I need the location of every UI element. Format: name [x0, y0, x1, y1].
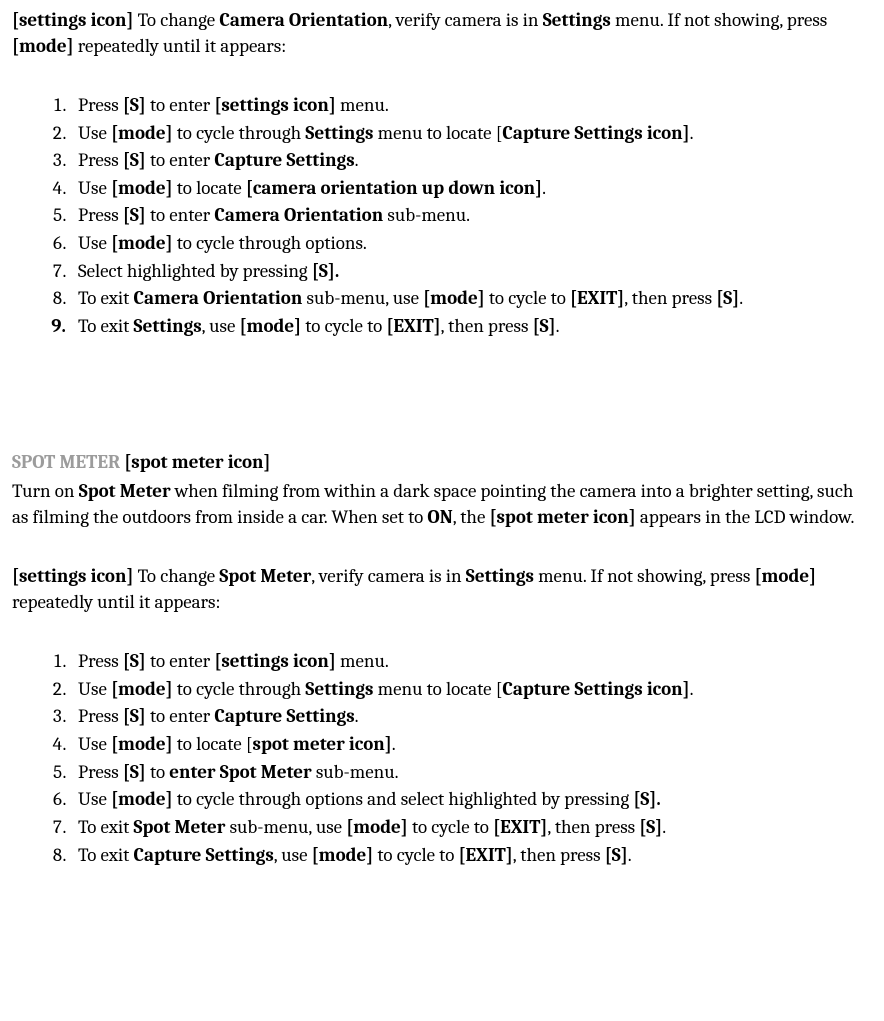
blank-line — [12, 535, 872, 561]
spot-meter-description: Turn on Spot Meter when filming from wit… — [12, 479, 872, 530]
blank-line — [12, 620, 872, 646]
step-item: Use [mode] to cycle through options. — [70, 231, 872, 257]
step-item: Press [S] to enter Spot Meter sub-menu. — [70, 760, 872, 786]
spot-meter-intro: [settings icon] To change Spot Meter, ve… — [12, 564, 872, 615]
spot-meter-heading-label: SPOT METER — [12, 451, 124, 473]
step-item: Use [mode] to cycle through options and … — [70, 787, 872, 813]
step-item: To exit Settings, use [mode] to cycle to… — [70, 314, 872, 340]
step-item: Use [mode] to locate [spot meter icon]. — [70, 732, 872, 758]
step-item: To exit Capture Settings, use [mode] to … — [70, 843, 872, 869]
spot-meter-icon-label: [spot meter icon] — [124, 451, 270, 473]
camera-orientation-intro: [settings icon] To change Camera Orienta… — [12, 8, 872, 59]
step-item: Press [S] to enter [settings icon] menu. — [70, 93, 872, 119]
step-item: Use [mode] to cycle through Settings men… — [70, 121, 872, 147]
spot-meter-steps: Press [S] to enter [settings icon] menu.… — [12, 649, 872, 868]
step-item: Use [mode] to cycle through Settings men… — [70, 677, 872, 703]
step-item: Use [mode] to locate [camera orientation… — [70, 176, 872, 202]
step-item: Press [S] to enter Camera Orientation su… — [70, 203, 872, 229]
step-item: To exit Spot Meter sub-menu, use [mode] … — [70, 815, 872, 841]
step-item: Press [S] to enter Capture Settings. — [70, 704, 872, 730]
step-item: Select highlighted by pressing [S]. — [70, 259, 872, 285]
step-item: Press [S] to enter Capture Settings. — [70, 148, 872, 174]
camera-orientation-steps: Press [S] to enter [settings icon] menu.… — [12, 93, 872, 340]
step-item: Press [S] to enter [settings icon] menu. — [70, 649, 872, 675]
blank-line — [12, 63, 872, 89]
step-item: To exit Camera Orientation sub-menu, use… — [70, 286, 872, 312]
spot-meter-heading: SPOT METER [spot meter icon] — [12, 450, 872, 476]
